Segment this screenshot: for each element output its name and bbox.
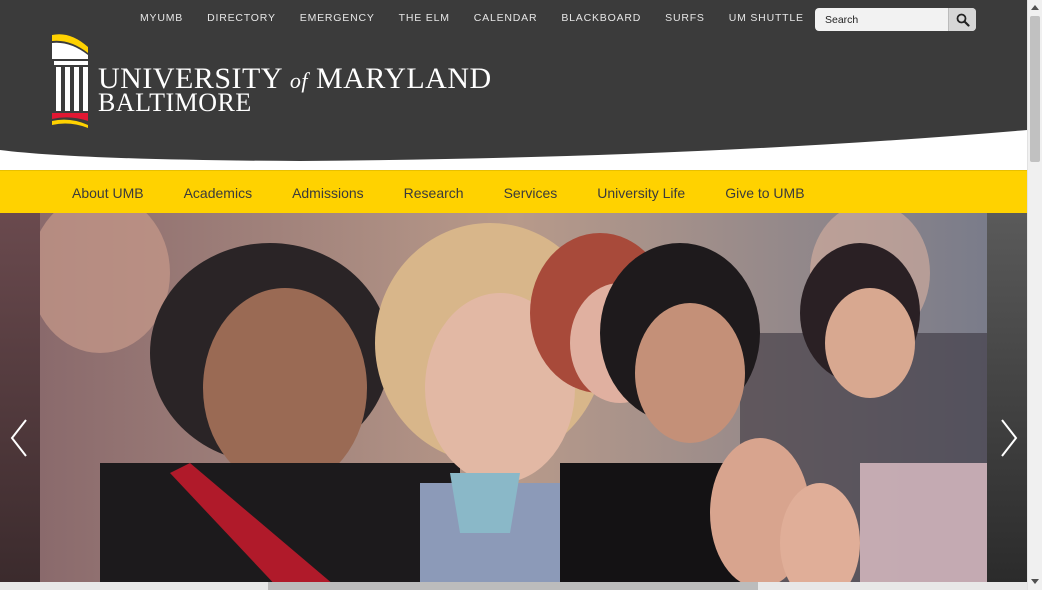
utility-nav: MYUMB DIRECTORY EMERGENCY THE ELM CALEND… (140, 11, 828, 25)
header-swoosh (0, 130, 1027, 170)
search-button[interactable] (948, 8, 976, 31)
hero-carousel (0, 213, 1027, 590)
util-link-directory[interactable]: DIRECTORY (207, 12, 276, 24)
main-nav: About UMB Academics Admissions Research … (0, 170, 1027, 213)
util-link-um-shuttle[interactable]: UM SHUTTLE (729, 12, 804, 24)
column-emblem-icon (52, 34, 88, 128)
nav-item-services[interactable]: Services (504, 185, 558, 201)
umb-logo[interactable]: UNIVERSITY of MARYLAND BALTIMORE (50, 29, 491, 129)
util-link-the-elm[interactable]: THE ELM (399, 12, 450, 24)
logo-word-maryland: MARYLAND (316, 62, 492, 95)
util-link-blackboard[interactable]: BLACKBOARD (561, 12, 641, 24)
scroll-thumb[interactable] (1030, 16, 1040, 162)
hero-photo-audience (40, 213, 987, 590)
site-header: MYUMB DIRECTORY EMERGENCY THE ELM CALEND… (0, 0, 1027, 170)
util-link-surfs[interactable]: SURFS (665, 12, 705, 24)
chevron-right-icon (1001, 419, 1018, 457)
search-icon (956, 13, 970, 27)
util-link-calendar[interactable]: CALENDAR (474, 12, 538, 24)
nav-item-research[interactable]: Research (404, 185, 464, 201)
nav-item-academics[interactable]: Academics (184, 185, 252, 201)
scroll-up-icon[interactable] (1031, 5, 1039, 10)
carousel-next-button[interactable] (996, 416, 1022, 460)
search-box (815, 8, 976, 31)
util-link-myumb[interactable]: MYUMB (140, 12, 183, 24)
carousel-indicator-active[interactable] (268, 582, 758, 590)
nav-item-about-umb[interactable]: About UMB (72, 185, 144, 201)
chevron-left-icon (10, 419, 27, 457)
carousel-prev-button[interactable] (6, 416, 32, 460)
nav-item-admissions[interactable]: Admissions (292, 185, 364, 201)
page-scrollbar[interactable] (1027, 0, 1042, 590)
prev-slide-peek (0, 213, 40, 590)
nav-item-university-life[interactable]: University Life (597, 185, 685, 201)
util-link-emergency[interactable]: EMERGENCY (300, 12, 375, 24)
nav-item-give-to-umb[interactable]: Give to UMB (725, 185, 804, 201)
search-input[interactable] (815, 8, 947, 31)
logo-word-of: of (289, 68, 308, 93)
logo-text-baltimore: BALTIMORE (98, 88, 252, 117)
scroll-down-icon[interactable] (1031, 579, 1039, 584)
next-slide-peek (987, 213, 1027, 590)
